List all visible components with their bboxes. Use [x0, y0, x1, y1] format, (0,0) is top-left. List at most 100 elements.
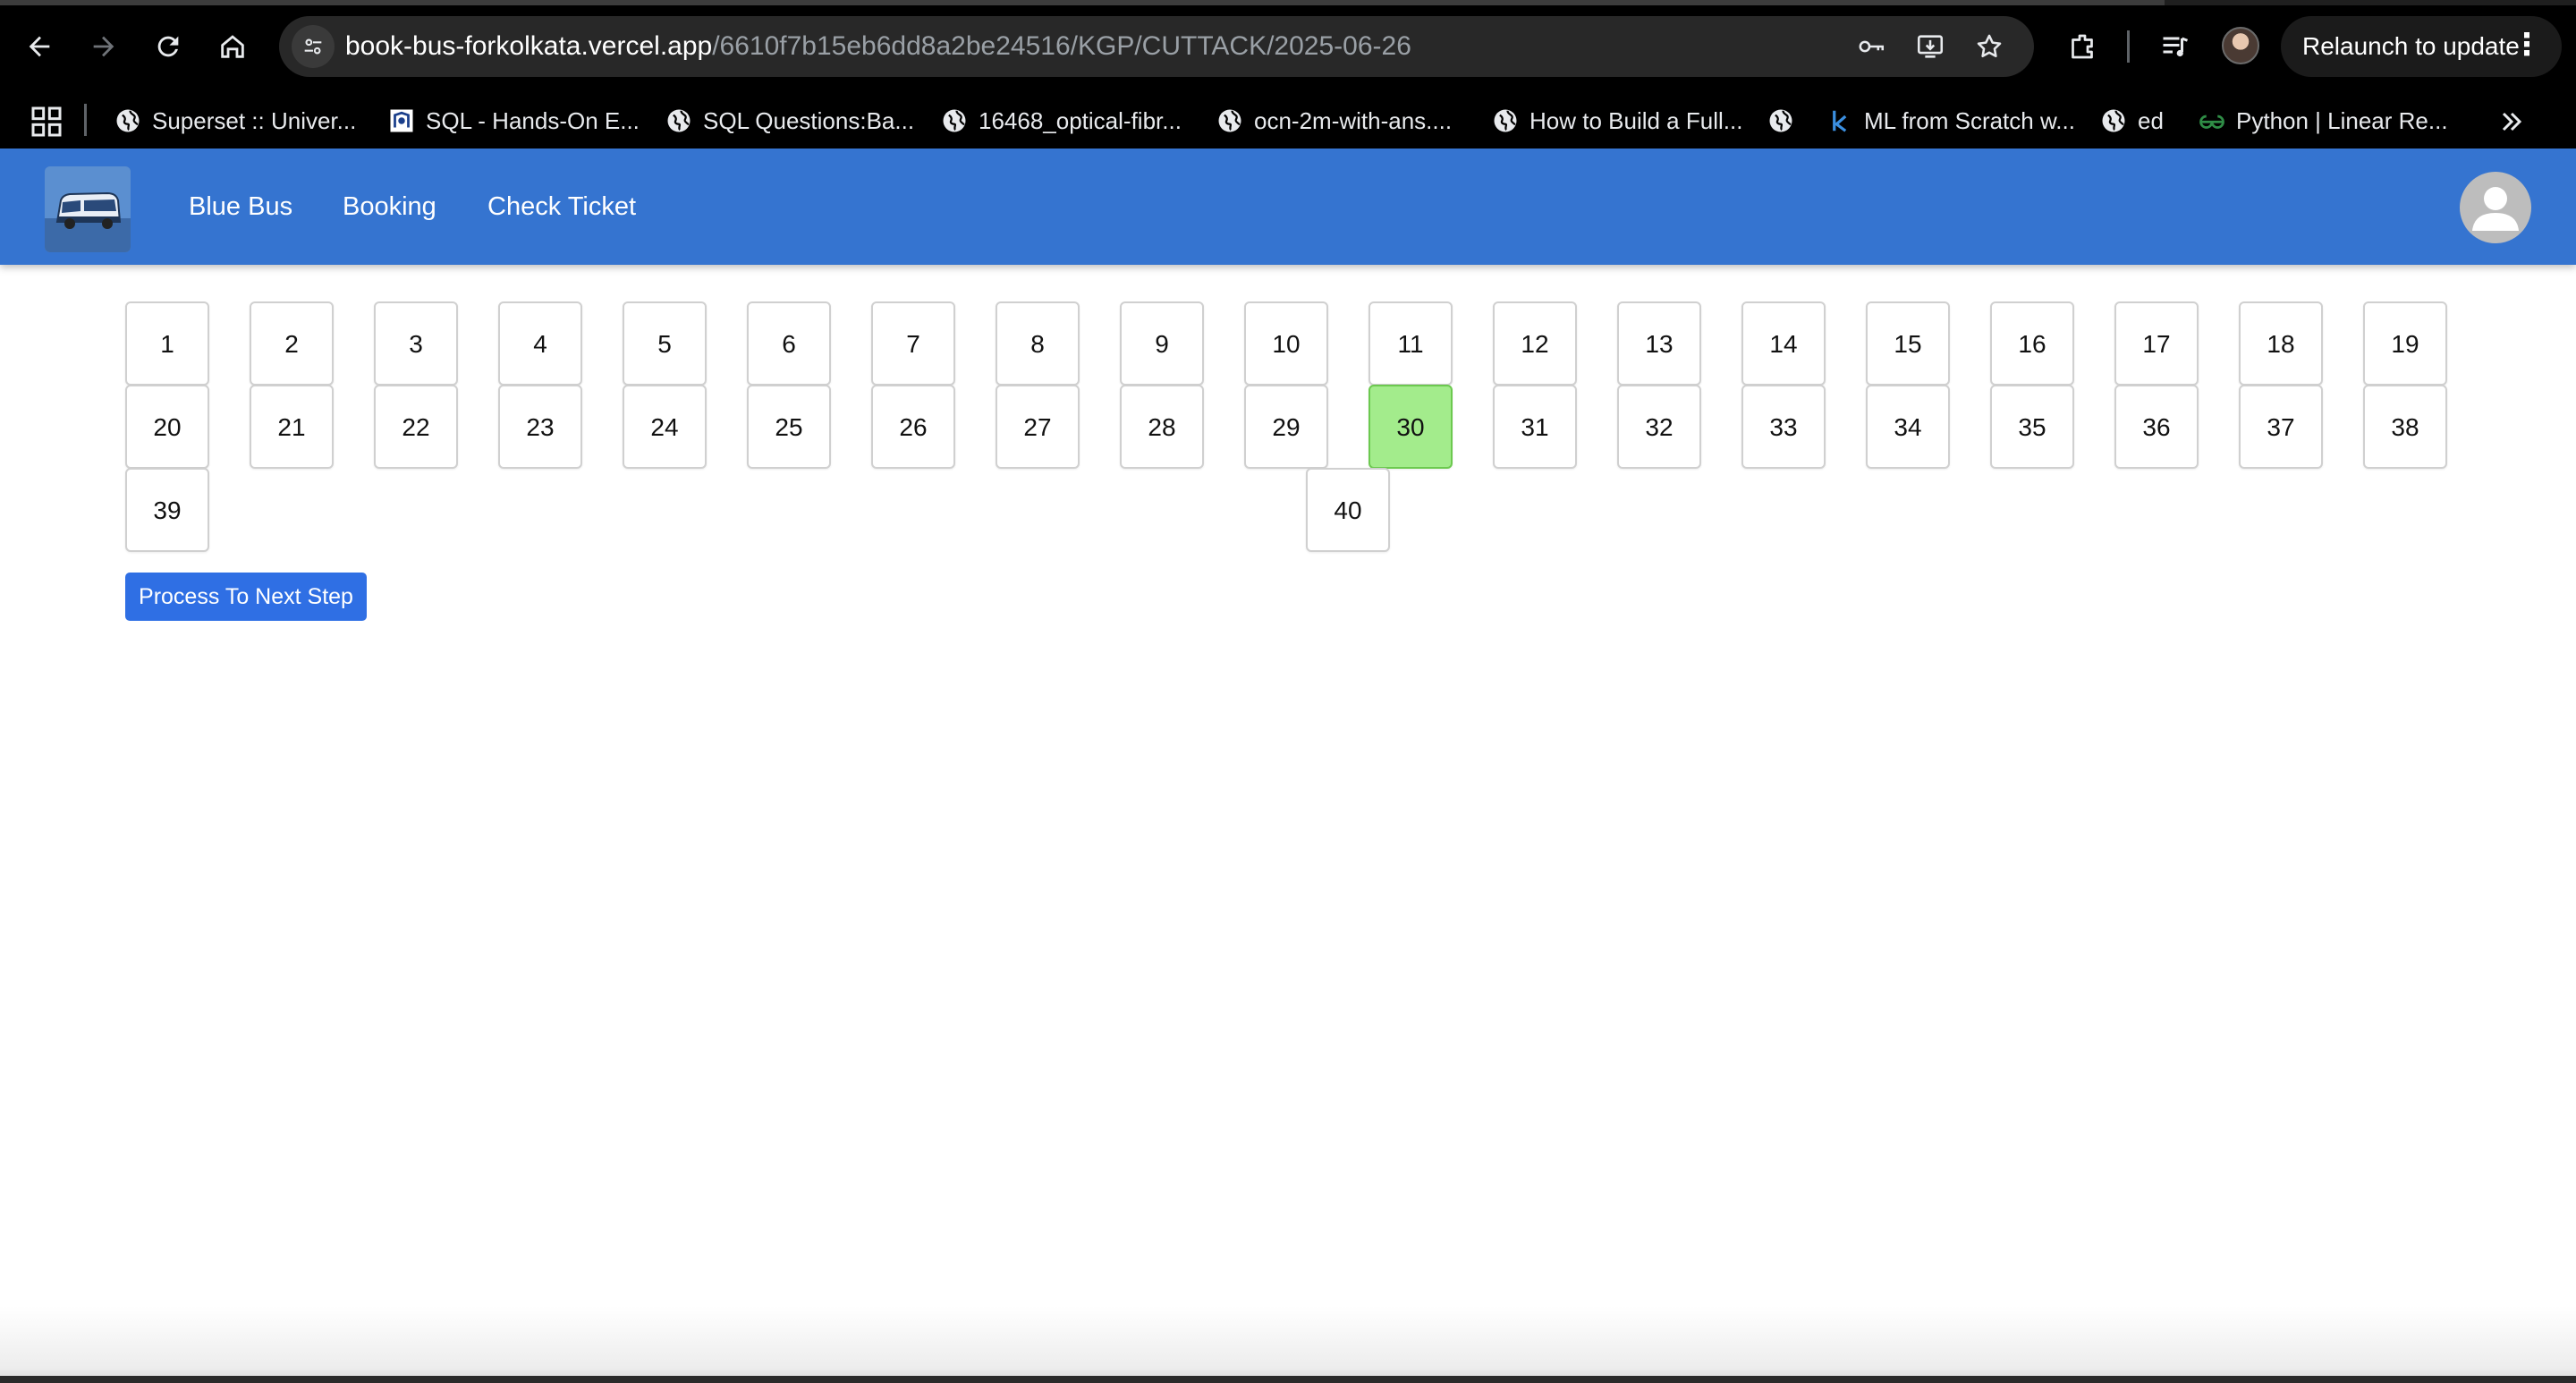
seat-number: 13 — [1645, 330, 1674, 358]
seat-button[interactable]: 36 — [2114, 385, 2199, 469]
seat-button[interactable]: 38 — [2363, 385, 2447, 469]
seat-button[interactable]: 37 — [2239, 385, 2323, 469]
window-bottom-edge — [0, 1376, 2576, 1383]
globe-icon — [2102, 109, 2125, 132]
bookmark-star-icon[interactable] — [1970, 27, 2009, 66]
seat-selected[interactable]: 30 — [1368, 385, 1453, 469]
seat-button[interactable]: 24 — [623, 385, 707, 469]
seat-button[interactable]: 39 — [125, 468, 209, 552]
browser-profile-avatar[interactable] — [2222, 27, 2259, 64]
seat-number: 4 — [533, 330, 547, 358]
arrow-right-icon — [93, 36, 114, 57]
forward-button[interactable] — [79, 21, 129, 72]
seat-number: 33 — [1769, 413, 1798, 441]
seat-button[interactable]: 19 — [2363, 301, 2447, 386]
seat-number: 37 — [2267, 413, 2295, 441]
seat-number: 7 — [906, 330, 920, 358]
seat-button[interactable]: 33 — [1741, 385, 1826, 469]
seat-button[interactable]: 21 — [250, 385, 334, 469]
seat-number: 23 — [526, 413, 555, 441]
seat-button[interactable]: 35 — [1990, 385, 2074, 469]
bookmarks-bar: Superset :: Univer... SQL - Hands-On E...… — [0, 93, 2576, 148]
seat-button[interactable]: 7 — [871, 301, 955, 386]
seat-button[interactable]: 17 — [2114, 301, 2199, 386]
home-button[interactable] — [208, 21, 258, 72]
arrow-left-icon — [29, 36, 50, 57]
app-navbar: Blue Bus Booking Check Ticket — [0, 148, 2576, 265]
bookmark-label: ocn-2m-with-ans.... — [1254, 107, 1453, 134]
seat-number: 22 — [402, 413, 430, 441]
extensions-icon[interactable] — [2059, 23, 2106, 70]
seat-number: 19 — [2391, 330, 2419, 358]
seat-button[interactable]: 6 — [747, 301, 831, 386]
seat-button[interactable]: 1 — [125, 301, 209, 386]
seat-number: 25 — [775, 413, 803, 441]
seat-button[interactable]: 27 — [996, 385, 1080, 469]
seat-button[interactable]: 20 — [125, 385, 209, 469]
seat-button[interactable]: 26 — [871, 385, 955, 469]
bookmarks-divider — [84, 104, 87, 136]
seat-button[interactable]: 23 — [498, 385, 582, 469]
seat-number: 36 — [2142, 413, 2171, 441]
seat-number: 39 — [153, 496, 182, 524]
window-bottom-shadow — [0, 1306, 2576, 1383]
site-icon — [390, 109, 413, 132]
seat-button[interactable]: 31 — [1493, 385, 1577, 469]
seat-button[interactable]: 11 — [1368, 301, 1453, 386]
seat-button[interactable]: 2 — [250, 301, 334, 386]
more-menu-icon[interactable]: ⋮ — [2512, 16, 2542, 73]
k-icon — [1833, 110, 1847, 132]
seat-button[interactable]: 34 — [1866, 385, 1950, 469]
seat-number: 31 — [1521, 413, 1549, 441]
back-button[interactable] — [14, 21, 64, 72]
install-app-icon[interactable] — [1911, 27, 1950, 66]
bookmark-label: How to Build a Full... — [1530, 107, 1743, 134]
seat-number: 3 — [409, 330, 423, 358]
nav-booking[interactable]: Booking — [343, 148, 436, 265]
bus-logo-icon[interactable] — [45, 166, 131, 252]
seat-button[interactable]: 28 — [1120, 385, 1204, 469]
seat-button[interactable]: 16 — [1990, 301, 2074, 386]
seat-number: 15 — [1894, 330, 1922, 358]
apps-grid-icon[interactable] — [29, 104, 64, 140]
site-info-icon[interactable] — [292, 25, 335, 68]
nav-brand-blue-bus[interactable]: Blue Bus — [189, 148, 292, 265]
password-key-icon[interactable] — [1852, 27, 1891, 66]
home-icon — [221, 35, 244, 58]
seat-button[interactable]: 8 — [996, 301, 1080, 386]
chevron-double-right-icon[interactable] — [2496, 106, 2528, 138]
globe-icon — [943, 109, 966, 132]
seat-number: 17 — [2142, 330, 2171, 358]
address-bar[interactable]: book-bus-forkolkata.vercel.app/6610f7b15… — [279, 16, 2034, 77]
seat-button[interactable]: 10 — [1244, 301, 1328, 386]
user-avatar-icon[interactable] — [2460, 172, 2531, 243]
seat-button[interactable]: 13 — [1617, 301, 1701, 386]
seat-button[interactable]: 32 — [1617, 385, 1701, 469]
seat-button[interactable]: 25 — [747, 385, 831, 469]
seat-number: 8 — [1030, 330, 1045, 358]
seat-number: 11 — [1397, 330, 1424, 358]
relaunch-button[interactable]: Relaunch to update ⋮ — [2281, 16, 2562, 77]
seat-button[interactable]: 18 — [2239, 301, 2323, 386]
reload-button[interactable] — [143, 21, 193, 72]
seat-number: 1 — [160, 330, 174, 358]
seat-number: 2 — [284, 330, 299, 358]
seat-number: 20 — [153, 413, 182, 441]
seat-button[interactable]: 4 — [498, 301, 582, 386]
seat-number: 27 — [1023, 413, 1052, 441]
seat-button[interactable]: 12 — [1493, 301, 1577, 386]
nav-check-ticket[interactable]: Check Ticket — [487, 148, 636, 265]
seat-button[interactable]: 22 — [374, 385, 458, 469]
media-controls-icon[interactable] — [2152, 23, 2199, 70]
seat-button[interactable]: 29 — [1244, 385, 1328, 469]
seat-button[interactable]: 15 — [1866, 301, 1950, 386]
seat-button[interactable]: 3 — [374, 301, 458, 386]
seat-button[interactable]: 40 — [1306, 468, 1390, 552]
seat-button[interactable]: 9 — [1120, 301, 1204, 386]
seat-number: 6 — [782, 330, 796, 358]
seat-button[interactable]: 5 — [623, 301, 707, 386]
seat-button[interactable]: 14 — [1741, 301, 1826, 386]
globe-icon — [1494, 109, 1517, 132]
globe-icon — [1218, 109, 1241, 132]
process-next-step-button[interactable]: Process To Next Step — [125, 573, 367, 621]
